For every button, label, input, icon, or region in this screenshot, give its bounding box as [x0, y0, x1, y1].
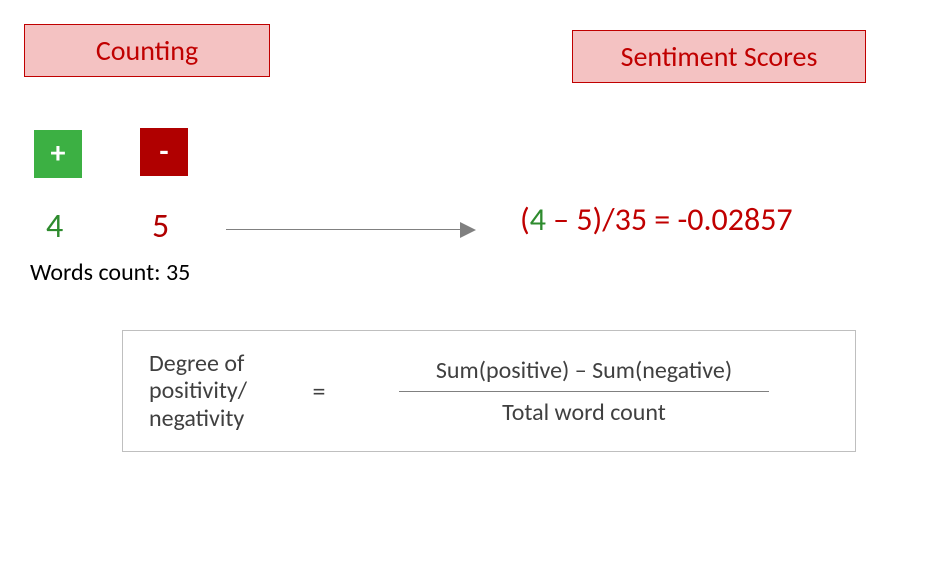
- plus-icon: +: [34, 130, 82, 178]
- equation-open: (: [520, 200, 530, 239]
- formula-box: Degree of positivity/ negativity = Sum(p…: [122, 330, 856, 452]
- sentiment-header: Sentiment Scores: [572, 30, 866, 83]
- equation-result: (4 – 5)/35 = -0.02857: [520, 200, 793, 239]
- formula-equals: =: [299, 375, 339, 407]
- formula-rhs: Sum(positive) – Sum(negative) Total word…: [339, 356, 829, 427]
- word-count-label: Words count: 35: [30, 258, 190, 287]
- formula-numerator: Sum(positive) – Sum(negative): [339, 356, 829, 385]
- negative-count: 5: [152, 206, 169, 247]
- counting-header: Counting: [24, 24, 270, 77]
- equation-pos: 4: [530, 200, 546, 239]
- diagram-root: Counting Sentiment Scores + - 4 5 Words …: [0, 0, 952, 586]
- positive-count: 4: [46, 206, 63, 247]
- minus-icon: -: [140, 128, 188, 176]
- equation-mid: – 5)/35 = -0.02857: [546, 200, 793, 239]
- formula-divider: [399, 391, 769, 392]
- formula-lhs: Degree of positivity/ negativity: [149, 350, 299, 433]
- arrow-right-icon: [226, 222, 476, 238]
- formula-denominator: Total word count: [339, 398, 829, 427]
